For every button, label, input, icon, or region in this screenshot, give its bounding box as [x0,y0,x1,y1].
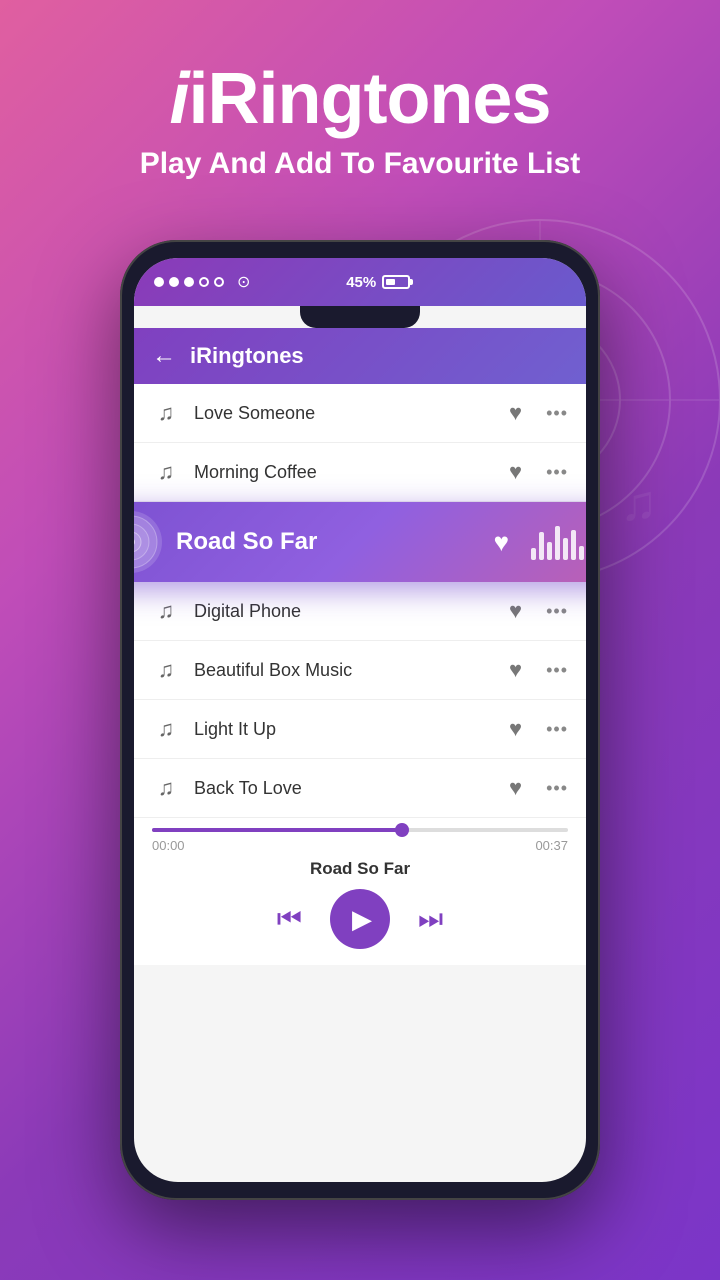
battery-info: 45% [346,274,410,291]
battery-fill [386,279,395,285]
more-options-icon[interactable]: ••• [546,403,568,424]
progress-thumb[interactable] [395,823,409,837]
song-title: Light It Up [194,719,495,740]
fast-forward-button[interactable]: ⏭ [418,903,443,936]
music-note-icon: ♫ [152,716,180,742]
song-title: Back To Love [194,778,495,799]
list-item[interactable]: ♫ Beautiful Box Music ♥ ••• [134,641,586,700]
phone-screen: ⊙ 45% ← iRingtones ♫ Love Someone ♥ [134,258,586,1182]
song-title: Love Someone [194,403,495,424]
music-note-icon: ♫ [152,775,180,801]
app-name: iiRingtones [0,60,720,139]
signal-dot-5 [214,277,224,287]
favorite-icon[interactable]: ♥ [509,775,522,801]
active-song-wrapper: ♪ Road So Far ♥ [134,502,586,582]
phone-container: ⊙ 45% ← iRingtones ♫ Love Someone ♥ [120,240,600,1200]
music-note-icon: ♫ [152,657,180,683]
favorite-icon[interactable]: ♥ [509,459,522,485]
screen-title: iRingtones [190,343,304,369]
wifi-icon: ⊙ [237,272,250,292]
list-item[interactable]: ♫ Morning Coffee ♥ ••• [134,443,586,502]
signal-dots: ⊙ [154,272,250,292]
back-button[interactable]: ← [152,342,176,370]
signal-dot-4 [199,277,209,287]
app-name-i: i [169,59,188,139]
progress-fill [152,828,402,832]
more-options-icon[interactable]: ••• [546,660,568,681]
signal-dot-2 [169,277,179,287]
signal-dot-3 [184,277,194,287]
active-favorite-icon[interactable]: ♥ [494,527,509,558]
time-current: 00:00 [152,838,185,853]
time-row: 00:00 00:37 [152,838,568,853]
player-bar: 00:00 00:37 Road So Far ⏮ ▶ ⏭ [134,817,586,965]
more-options-icon[interactable]: ••• [546,462,568,483]
music-note-icon: ♫ [152,598,180,624]
song-title: Beautiful Box Music [194,660,495,681]
active-song-title: Road So Far [176,528,480,556]
more-options-icon[interactable]: ••• [546,719,568,740]
favorite-icon[interactable]: ♥ [509,716,522,742]
list-item[interactable]: ♫ Love Someone ♥ ••• [134,384,586,443]
header: iiRingtones Play And Add To Favourite Li… [0,0,720,211]
list-item[interactable]: ♫ Back To Love ♥ ••• [134,759,586,817]
more-options-icon[interactable]: ••• [546,601,568,622]
song-title: Digital Phone [194,601,495,622]
song-title: Morning Coffee [194,462,495,483]
status-bar: ⊙ 45% [134,258,586,306]
signal-dot-1 [154,277,164,287]
music-note-icon: ♫ [152,400,180,426]
player-controls: ⏮ ▶ ⏭ [152,889,568,949]
progress-bar[interactable] [152,828,568,832]
more-options-icon[interactable]: ••• [546,778,568,799]
notch [300,306,420,328]
favorite-icon[interactable]: ♥ [509,657,522,683]
song-list: ♫ Love Someone ♥ ••• ♫ Morning Coffee ♥ … [134,384,586,817]
battery-icon [382,275,410,289]
favorite-icon[interactable]: ♥ [509,598,522,624]
now-playing-title: Road So Far [152,859,568,879]
favorite-icon[interactable]: ♥ [509,400,522,426]
list-item[interactable]: ♫ Digital Phone ♥ ••• [134,582,586,641]
music-note-icon: ♫ [152,459,180,485]
play-button[interactable]: ▶ [330,889,390,949]
active-song-row[interactable]: ♪ Road So Far ♥ [134,502,586,582]
vinyl-icon: ♪ [134,511,162,573]
time-total: 00:37 [535,838,568,853]
list-item[interactable]: ♫ Light It Up ♥ ••• [134,700,586,759]
waveform-icon [531,524,586,560]
battery-percent: 45% [346,274,376,291]
rewind-button[interactable]: ⏮ [277,903,302,936]
app-tagline: Play And Add To Favourite List [0,147,720,181]
svg-text:♫: ♫ [620,475,658,531]
app-header: ← iRingtones [134,328,586,384]
play-icon: ▶ [352,904,372,935]
